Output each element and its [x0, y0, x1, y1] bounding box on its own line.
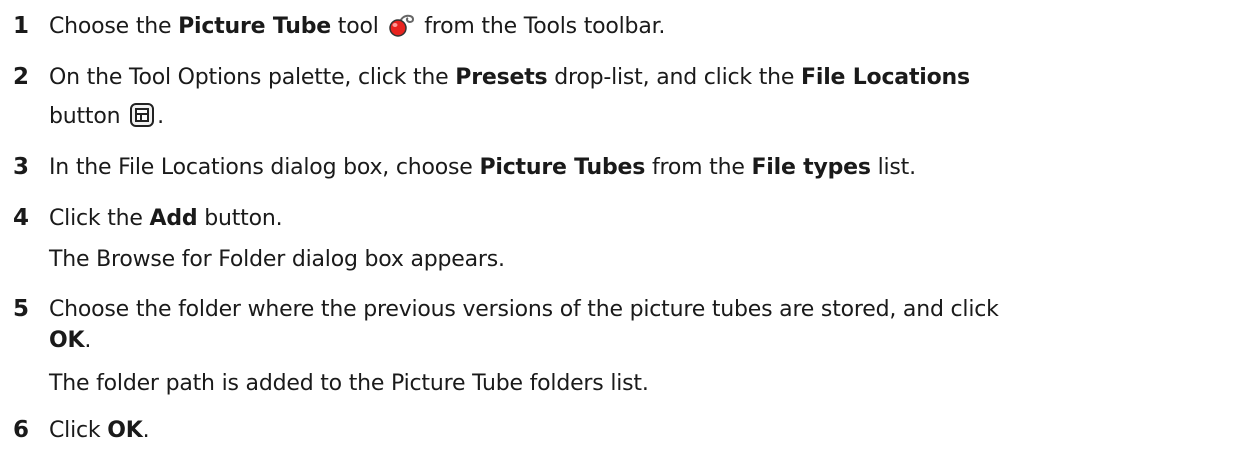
step-text: Click the Add button.: [49, 206, 283, 231]
presets-label: Presets: [455, 65, 548, 90]
step-number: 3: [13, 154, 30, 180]
step-number: 4: [13, 205, 30, 231]
step-text: Choose the folder where the previous ver…: [49, 297, 999, 322]
file-locations-icon: [129, 102, 155, 138]
step-text: Click OK.: [49, 418, 150, 443]
tool-name: Picture Tube: [178, 14, 331, 39]
instruction-steps: 1 Choose the Picture Tube tool from the …: [0, 0, 1255, 464]
picture-tubes-label: Picture Tubes: [479, 155, 646, 180]
step-text: In the File Locations dialog box, choose…: [49, 155, 916, 180]
step-result-note: The folder path is added to the Picture …: [49, 371, 649, 396]
ok-label: OK: [107, 418, 143, 443]
file-types-label: File types: [751, 155, 871, 180]
step-result-note: The Browse for Folder dialog box appears…: [49, 247, 505, 272]
step-text: Choose the Picture Tube tool from the To…: [49, 10, 665, 48]
step-number: 6: [13, 417, 30, 443]
picture-tube-icon: [387, 12, 415, 48]
step-number: 5: [13, 296, 30, 322]
ok-label: OK: [49, 328, 85, 353]
add-button-label: Add: [149, 206, 198, 231]
step-number: 1: [13, 13, 30, 39]
step-text: On the Tool Options palette, click the P…: [49, 65, 970, 90]
file-locations-label: File Locations: [801, 65, 970, 90]
step-text-continued: button .: [49, 100, 164, 138]
step-text-continued: OK.: [49, 328, 92, 353]
step-number: 2: [13, 64, 30, 90]
